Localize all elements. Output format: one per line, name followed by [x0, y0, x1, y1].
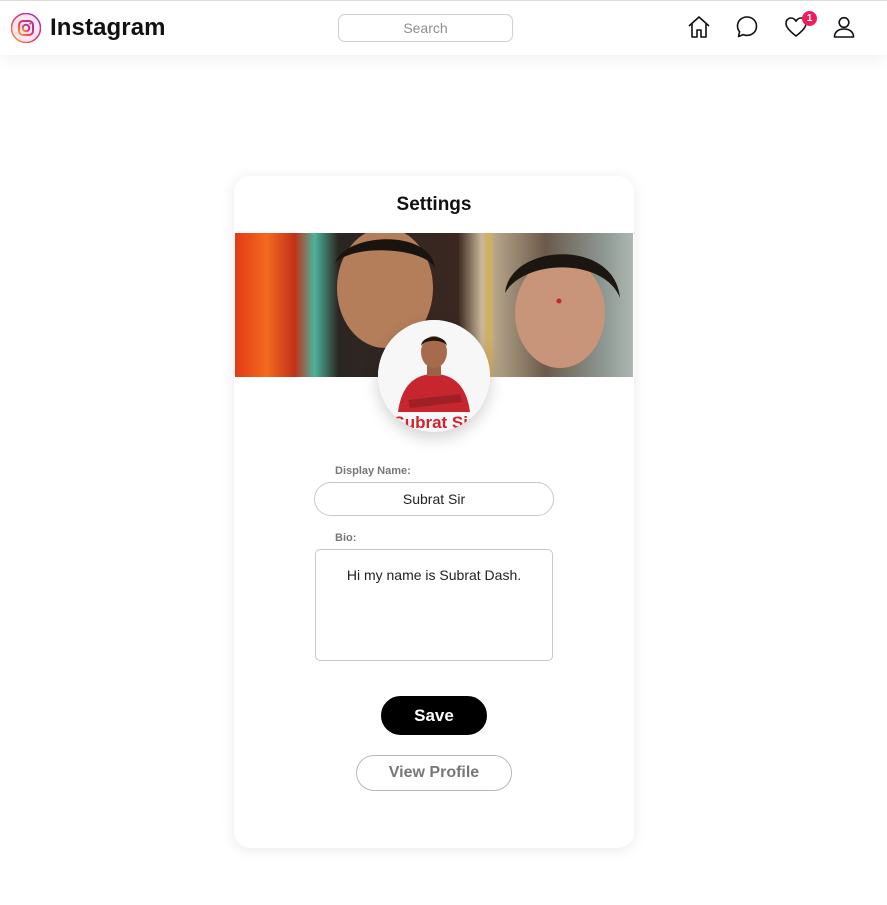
bio-label: Bio: [335, 532, 357, 544]
search-input[interactable] [338, 14, 513, 42]
app-name: Instagram [50, 14, 166, 41]
message-icon[interactable] [734, 14, 760, 40]
save-button[interactable]: Save [381, 696, 487, 735]
bio-field[interactable]: Hi my name is Subrat Dash. [315, 549, 553, 661]
view-profile-button[interactable]: View Profile [356, 755, 512, 791]
display-name-field[interactable] [314, 482, 554, 516]
settings-card: Settings Subrat Sir Display Name: Subrat… [234, 176, 634, 848]
home-icon[interactable] [686, 14, 712, 40]
display-name-label: Display Name: [335, 465, 411, 477]
avatar[interactable]: Subrat Sir [378, 320, 490, 432]
profile-icon[interactable] [831, 14, 857, 40]
top-navbar: Instagram 1 [0, 0, 887, 55]
avatar-image: Subrat Sir [378, 320, 490, 432]
brand[interactable]: Instagram [11, 12, 166, 44]
settings-title: Settings [396, 194, 472, 215]
instagram-logo-icon [11, 13, 41, 43]
avatar-caption: Subrat Sir [393, 413, 475, 432]
notification-badge: 1 [802, 11, 817, 26]
